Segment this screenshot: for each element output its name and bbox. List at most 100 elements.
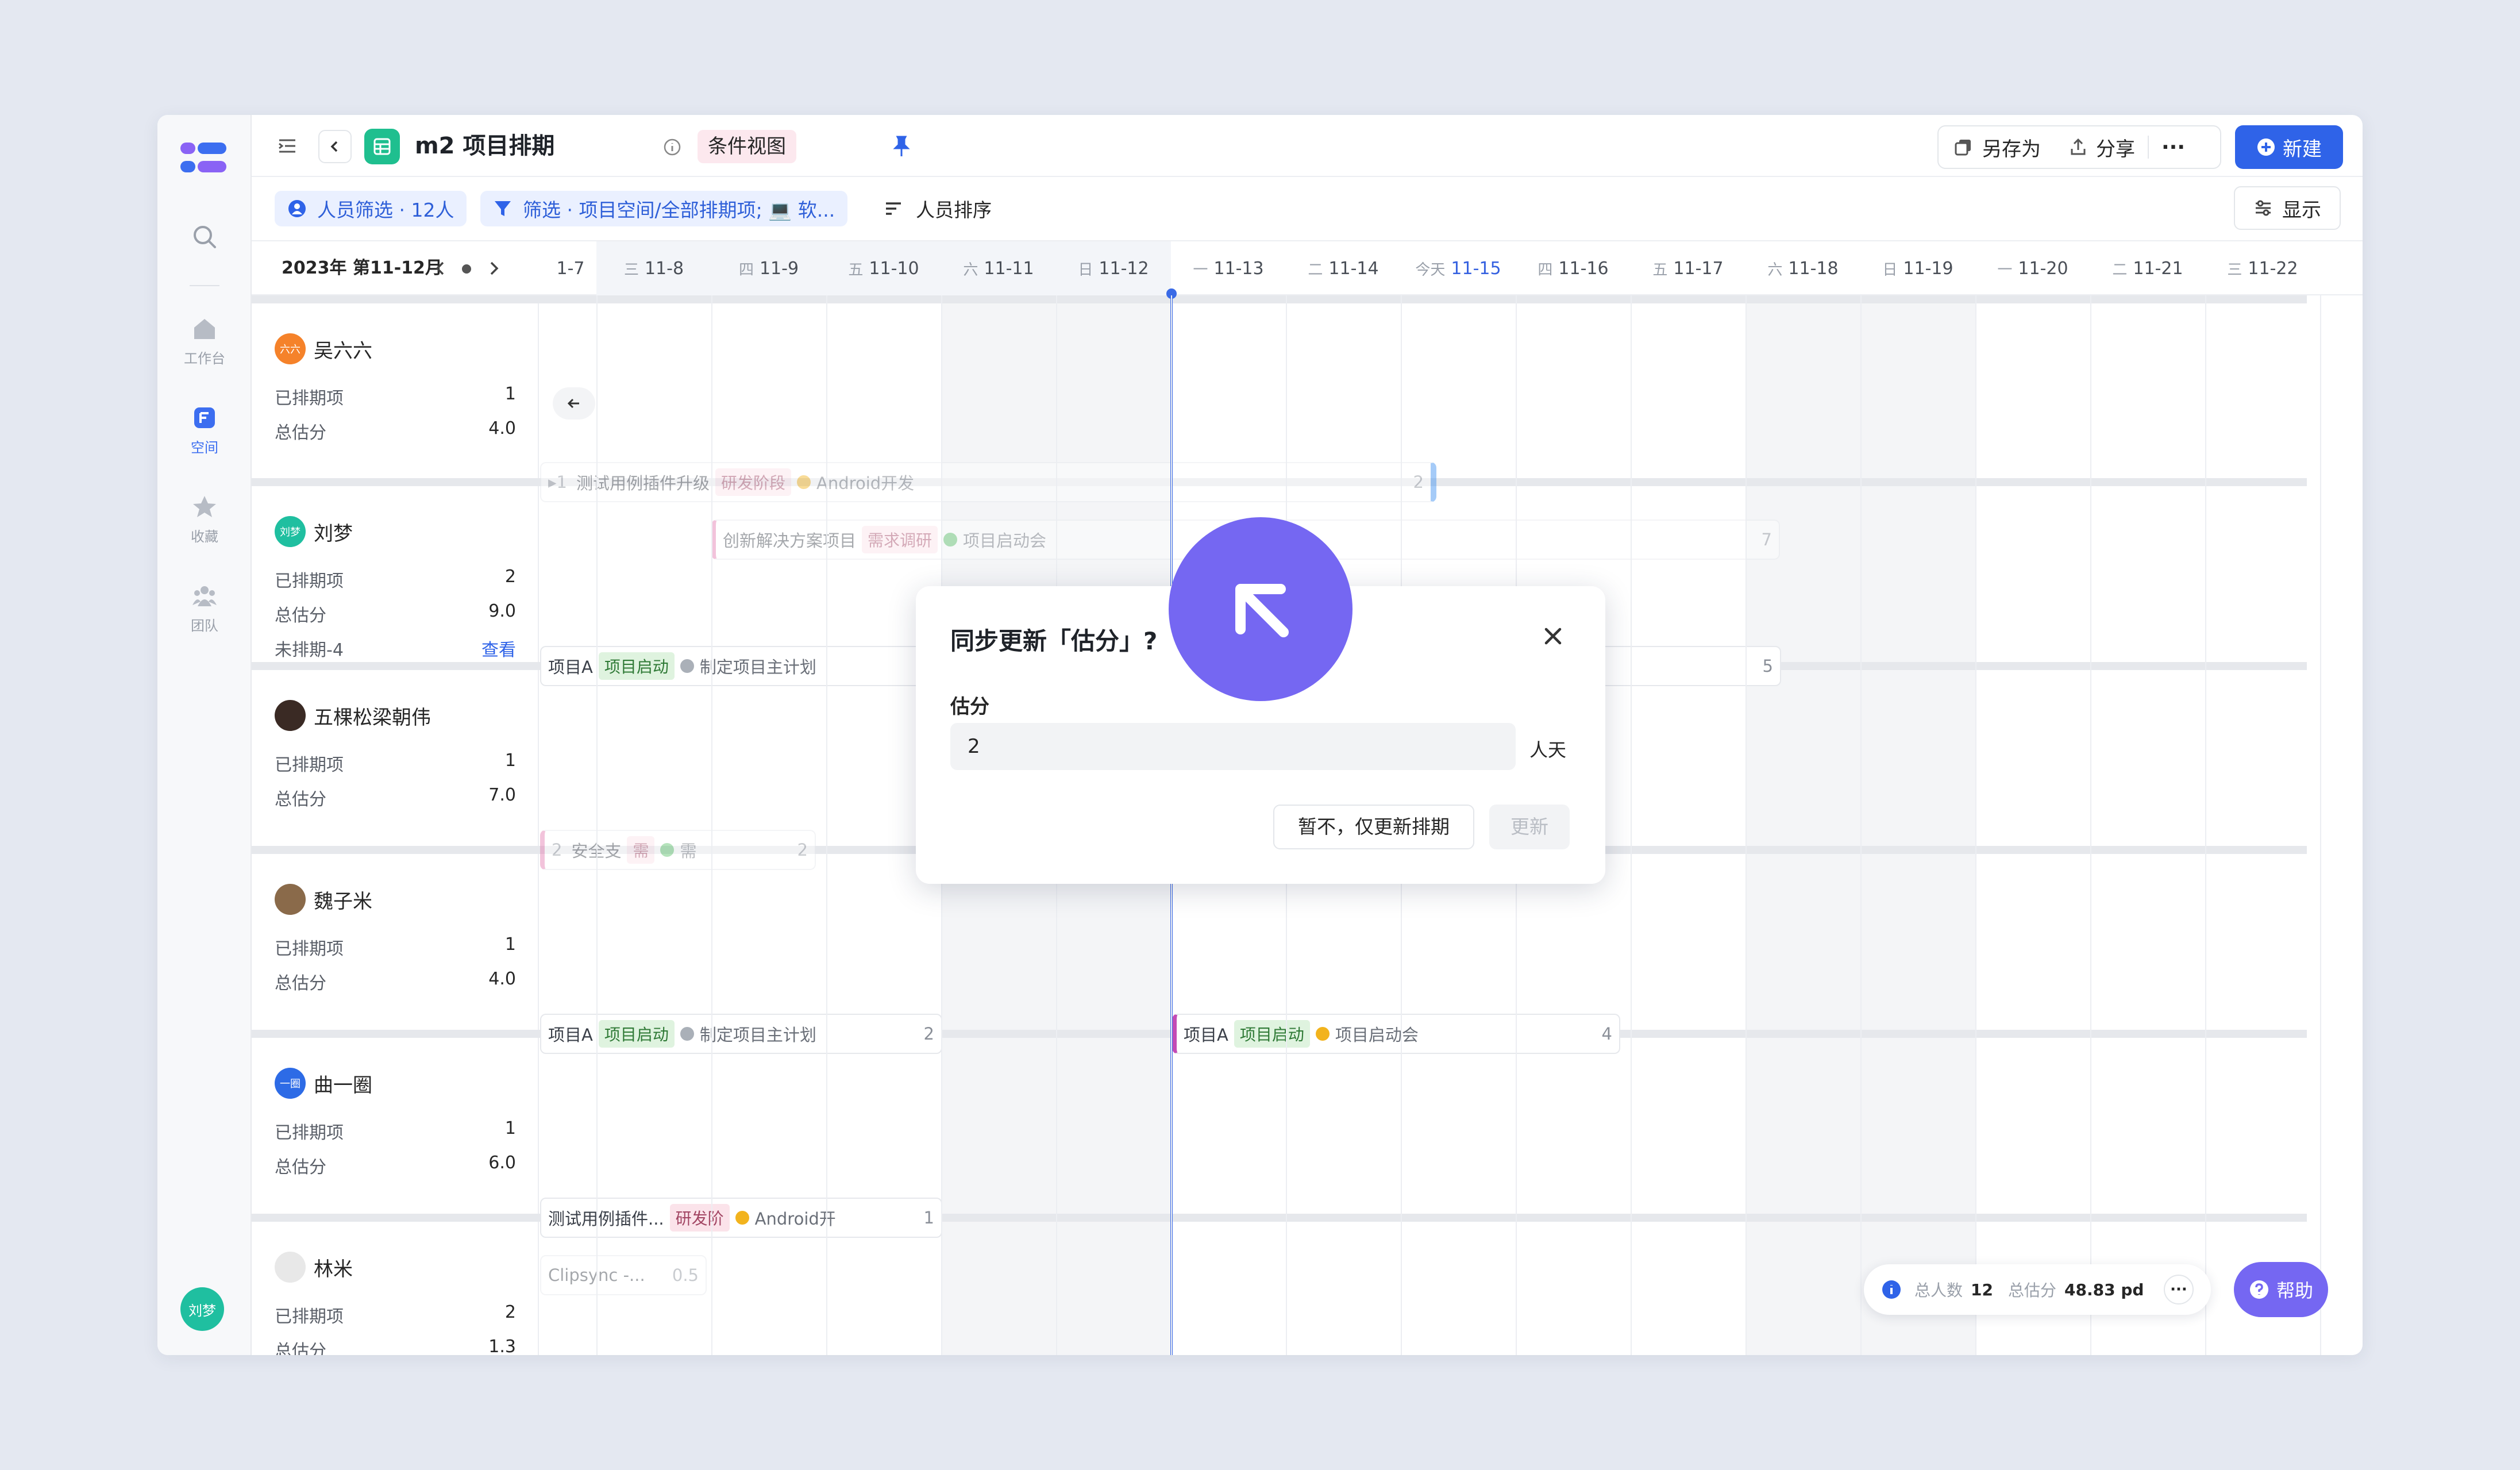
person-stat: 总估分 1.3 (275, 1337, 516, 1355)
person-name[interactable]: 一圈 曲一圈 (275, 1068, 372, 1099)
person-name[interactable]: 五棵松梁朝伟 (275, 700, 431, 731)
date-column: 今天 11-15 (1401, 241, 1516, 295)
weekday-label: 五 (848, 261, 864, 279)
estimate-label: 估分 (950, 695, 989, 718)
plus-icon (2257, 138, 2275, 156)
back-button[interactable] (318, 130, 352, 163)
weekday-label: 一 (1997, 261, 2013, 279)
page-title: m2 项目排期 (415, 133, 555, 159)
weekday-label: 五 (1652, 261, 1668, 279)
view-unscheduled-link[interactable]: 查看 (481, 636, 516, 661)
rail-item-favorites[interactable]: 收藏 (157, 494, 252, 545)
grid-line (1631, 295, 1632, 1355)
person-name[interactable]: 刘梦 刘梦 (275, 516, 353, 547)
prev-month-button[interactable] (431, 259, 450, 278)
close-icon[interactable] (1541, 624, 1565, 648)
rail-item-space[interactable]: 空间 (157, 405, 252, 456)
avatar (275, 1252, 306, 1283)
date-column: 四 11-16 (1516, 241, 1631, 295)
scroll-back-button[interactable] (553, 387, 595, 420)
home-icon (192, 316, 217, 341)
share-icon (2071, 138, 2086, 155)
user-avatar[interactable]: 刘梦 (180, 1287, 224, 1331)
new-button[interactable]: 新建 (2235, 125, 2343, 169)
weekday-label: 日 (1882, 261, 1898, 279)
status-dot (680, 1027, 694, 1041)
skip-button[interactable]: 暂不，仅更新排期 (1273, 805, 1474, 849)
avatar: 一圈 (275, 1068, 306, 1099)
info-icon[interactable] (663, 138, 681, 156)
stage-tag: 项目启动 (1234, 1020, 1310, 1048)
schedule-bar[interactable]: 2 安全支需需 2 (540, 830, 816, 870)
date-column: 四 (2320, 241, 2363, 295)
person-stat: 已排期项 2 (275, 1302, 516, 1327)
share-group: 另存为 分享 ··· (1937, 125, 2221, 169)
arrow-left-icon (567, 398, 579, 409)
person-cell: 一圈 曲一圈已排期项 1 总估分 6.0 (252, 1038, 539, 1214)
schedule-bar[interactable]: 测试用例插件... 研发阶 Android开 1 (540, 1198, 942, 1238)
grid-line (1860, 295, 1862, 1355)
estimate-input[interactable]: 2 (950, 723, 1516, 770)
schedule-bar[interactable]: Clipsync -... 0.5 (540, 1255, 707, 1295)
collapse-sidebar-icon[interactable] (275, 133, 300, 159)
date-column: 二 11-21 (2090, 241, 2205, 295)
status-dot (735, 1211, 749, 1225)
more-button[interactable]: ··· (2149, 136, 2198, 159)
update-button[interactable]: 更新 (1489, 805, 1570, 849)
table-view-icon (364, 129, 400, 164)
next-month-button[interactable] (484, 259, 503, 278)
left-rail: 工作台 空间 收藏 团队 刘梦 (157, 115, 252, 1355)
share-button[interactable]: 分享 (2056, 133, 2148, 161)
filter-icon (495, 201, 511, 216)
summary-bar: 总人数 12 总估分 48.83 pd ··· (1864, 1264, 2211, 1315)
display-button[interactable]: 显示 (2234, 186, 2341, 230)
dialog-title: 同步更新「估分」? (950, 627, 1158, 655)
date-column: 一 11-13 (1171, 241, 1286, 295)
date-label: 11-8 (644, 258, 684, 279)
schedule-bar[interactable]: 项目A 项目启动 项目启动会 4 (1172, 1014, 1620, 1054)
people-filter[interactable]: 人员筛选 · 12人 (275, 191, 467, 226)
cursor-indicator (1169, 517, 1353, 701)
pin-icon[interactable] (889, 134, 914, 159)
schedule-bar[interactable]: ▸1 测试用例插件升级 研发阶段 Android开发 2 (540, 462, 1436, 502)
view-type-badge[interactable]: 条件视图 (698, 130, 796, 163)
person-name[interactable]: 林米 (275, 1252, 353, 1283)
person-stat: 已排期项 1 (275, 751, 516, 775)
scope-filter[interactable]: 筛选 · 项目空间/全部排期项; 💻 软... (480, 191, 848, 226)
date-label: 11-16 (1558, 258, 1609, 279)
info-filled-icon (1882, 1280, 1901, 1299)
grid-line (1745, 295, 1747, 1355)
rail-item-team[interactable]: 团队 (157, 583, 252, 634)
save-as-button[interactable]: 另存为 (1939, 133, 2056, 161)
date-column: 日 11-12 (1056, 241, 1171, 295)
people-sort[interactable]: 人员排序 (884, 191, 992, 226)
app-logo[interactable] (180, 139, 229, 179)
date-label: 11-19 (1903, 258, 1953, 279)
help-button[interactable]: 帮助 (2234, 1262, 2328, 1317)
status-dot (680, 659, 694, 673)
date-column: 三 11-22 (2205, 241, 2320, 295)
avatar (275, 884, 306, 915)
weekday-label: 六 (1767, 261, 1783, 279)
avatar (275, 700, 306, 731)
date-label: 11-15 (1451, 258, 1501, 279)
person-cell: 刘梦 刘梦 已排期项 2 总估分 9.0 未排期-4 查看 (252, 486, 539, 662)
summary-more-button[interactable]: ··· (2164, 1275, 2194, 1304)
person-stat: 总估分 6.0 (275, 1153, 516, 1177)
stage-tag: 项目启动 (598, 1020, 675, 1048)
schedule-bar[interactable]: 项目A 项目启动 制定项目主计划 2 (540, 1014, 942, 1054)
person-stat: 已排期项 1 (275, 1118, 516, 1143)
person-stat: 已排期项 2 (275, 567, 516, 591)
rail-item-workbench[interactable]: 工作台 (157, 316, 252, 367)
date-column: 五 11-17 (1631, 241, 1745, 295)
today-dot-button[interactable] (462, 264, 471, 274)
person-name[interactable]: 六六 吴六六 (275, 333, 372, 364)
avatar: 六六 (275, 333, 306, 364)
person-name[interactable]: 魏子米 (275, 884, 372, 915)
search-icon[interactable] (157, 224, 252, 255)
stage-tag: 项目启动 (598, 652, 675, 680)
settings-sliders-icon (2256, 200, 2271, 216)
team-icon (192, 583, 217, 609)
filter-bar: 人员筛选 · 12人 筛选 · 项目空间/全部排期项; 💻 软... 人员排序 … (252, 177, 2363, 240)
status-dot (1315, 1027, 1330, 1041)
